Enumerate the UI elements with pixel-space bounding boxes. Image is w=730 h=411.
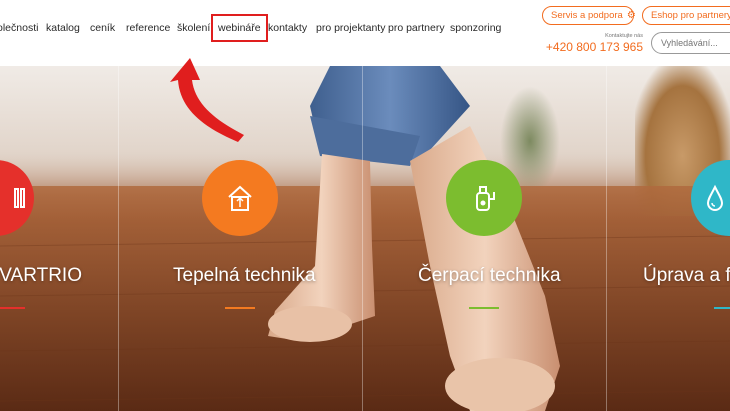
- category-underline: [225, 307, 255, 309]
- contact-label: Kontaktujte nás: [605, 33, 643, 39]
- nav-item-pro-projektanty[interactable]: pro projektanty: [316, 22, 385, 34]
- search-input[interactable]: [651, 32, 730, 54]
- category-title: Úprava a fi: [643, 265, 730, 286]
- category-underline: [0, 307, 25, 309]
- water-drop-icon: [691, 160, 730, 236]
- category-card-uprava[interactable]: Úprava a fi: [606, 66, 730, 411]
- nav-item-pro-partnery[interactable]: pro partnery: [388, 22, 445, 34]
- nav-item-spolecnosti[interactable]: olečnosti: [0, 22, 38, 34]
- nav-item-sponzoring[interactable]: sponzoring: [450, 22, 501, 34]
- pump-icon: [446, 160, 522, 236]
- hero-banner: IVARTRIO Tepelná technika Čerpací techni…: [0, 66, 730, 411]
- category-title: IVARTRIO: [0, 265, 82, 286]
- house-heating-icon: [202, 160, 278, 236]
- category-underline: [714, 307, 730, 309]
- category-title: Tepelná technika: [173, 265, 316, 286]
- eshop-button[interactable]: Eshop pro partnery: [642, 6, 730, 25]
- phone-number[interactable]: +420 800 173 965: [546, 40, 643, 54]
- nav-item-webinare[interactable]: webináře: [211, 14, 268, 42]
- category-card-ivartrio[interactable]: IVARTRIO: [0, 66, 118, 411]
- nav-item-skoleni[interactable]: školení: [177, 22, 210, 34]
- service-button[interactable]: Servis a podpora ⚙: [542, 6, 636, 25]
- category-card-tepelna-technika[interactable]: Tepelná technika: [118, 66, 362, 411]
- category-card-cerpaci-technika[interactable]: Čerpací technika: [362, 66, 606, 411]
- nav-item-katalog[interactable]: katalog: [46, 22, 80, 34]
- nav-item-reference[interactable]: reference: [126, 22, 170, 34]
- nav-item-cenik[interactable]: ceník: [90, 22, 115, 34]
- eshop-label: Eshop pro partnery: [651, 10, 730, 21]
- service-label: Servis a podpora: [551, 10, 623, 21]
- category-title: Čerpací technika: [418, 265, 561, 286]
- category-underline: [469, 307, 499, 309]
- site-header: olečnosti katalog ceník reference školen…: [0, 0, 730, 66]
- gear-icon: ⚙: [626, 10, 636, 21]
- nav-item-kontakty[interactable]: kontakty: [268, 22, 307, 34]
- radiator-icon: [0, 160, 34, 236]
